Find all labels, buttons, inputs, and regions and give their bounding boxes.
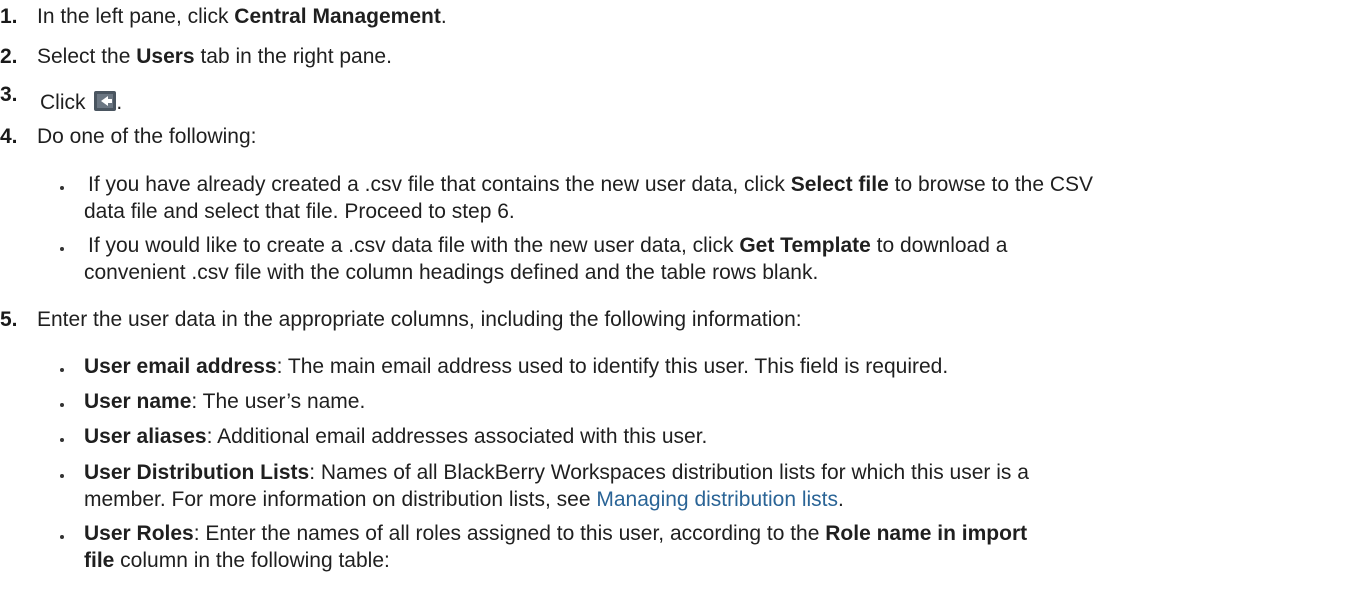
step-text-post: . <box>116 91 123 114</box>
bullet-text-line-1: User Roles: Enter the names of all roles… <box>84 522 1027 546</box>
step-number: 2. <box>0 45 18 68</box>
bullet-text-line-2: file column in the following table: <box>84 549 390 573</box>
step-text-pre: Click <box>40 91 92 114</box>
field-description: : The main email address used to identif… <box>276 355 949 378</box>
field-description: : Additional email addresses associated … <box>206 425 708 448</box>
column-name: Role name in import <box>825 522 1028 545</box>
field-name: User Distribution Lists <box>84 461 310 484</box>
managing-distribution-lists-link[interactable]: Managing distribution lists <box>596 488 838 511</box>
bullet-dot <box>60 438 64 442</box>
field-description: : The user’s name. <box>191 390 366 413</box>
field-name: User aliases <box>84 425 207 448</box>
step-number: 1. <box>0 5 18 28</box>
step-number: 3. <box>0 83 18 106</box>
bullet-dot <box>60 186 64 190</box>
bullet-text-line-2: member. For more information on distribu… <box>84 488 844 512</box>
field-description: member. For more information on distribu… <box>84 488 597 511</box>
step-text: Enter the user data in the appropriate c… <box>37 308 802 331</box>
step-text-post: . <box>440 5 447 28</box>
field-description: . <box>838 488 844 511</box>
bullet-text: User name: The user’s name. <box>84 390 365 414</box>
bullet-dot <box>60 247 64 251</box>
field-description: column in the following table: <box>114 549 390 572</box>
bullet-dot <box>60 474 64 478</box>
bullet-text: User email address: The main email addre… <box>84 355 948 379</box>
bullet-dot <box>60 535 64 539</box>
bullet-text: If you would like to create a .csv data … <box>88 234 740 257</box>
step-text-pre: Select the <box>37 45 137 68</box>
bullet-text-line-1: If you would like to create a .csv data … <box>88 234 1007 258</box>
step-text: In the left pane, click Central Manageme… <box>37 5 447 29</box>
column-name: file <box>84 549 115 572</box>
step-text: Select the Users tab in the right pane. <box>37 45 392 69</box>
bullet-dot <box>60 403 64 407</box>
ui-term-select-file: Select file <box>790 173 889 196</box>
bullet-text-line-1: User Distribution Lists: Names of all Bl… <box>84 461 1029 485</box>
field-description: : Enter the names of all roles assigned … <box>193 522 826 545</box>
import-users-icon <box>94 91 117 111</box>
field-name: User name <box>84 390 192 413</box>
field-name: User email address <box>84 355 277 378</box>
step-number: 4. <box>0 125 18 148</box>
ui-term-get-template: Get Template <box>739 234 871 257</box>
bullet-text: to browse to the CSV <box>888 173 1094 196</box>
step-text: Click . <box>40 91 122 115</box>
bullet-text: If you have already created a .csv file … <box>88 173 791 196</box>
bullet-text-line-1: If you have already created a .csv file … <box>88 173 1093 197</box>
bullet-text-line-2: data file and select that file. Proceed … <box>84 200 515 223</box>
bullet-text-line-2: convenient .csv file with the column hea… <box>84 261 819 284</box>
ui-term-central-management: Central Management <box>234 5 441 28</box>
step-text-post: tab in the right pane. <box>194 45 392 68</box>
ui-term-users: Users <box>136 45 195 68</box>
field-name: User Roles <box>84 522 194 545</box>
step-text-pre: In the left pane, click <box>37 5 235 28</box>
step-number: 5. <box>0 308 18 331</box>
bullet-text: User aliases: Additional email addresses… <box>84 425 707 449</box>
document-page: 1. In the left pane, click Central Manag… <box>0 0 1366 605</box>
step-text: Do one of the following: <box>37 125 257 148</box>
bullet-dot <box>60 368 64 372</box>
bullet-text: to download a <box>870 234 1008 257</box>
field-description: : Names of all BlackBerry Workspaces dis… <box>309 461 1029 484</box>
